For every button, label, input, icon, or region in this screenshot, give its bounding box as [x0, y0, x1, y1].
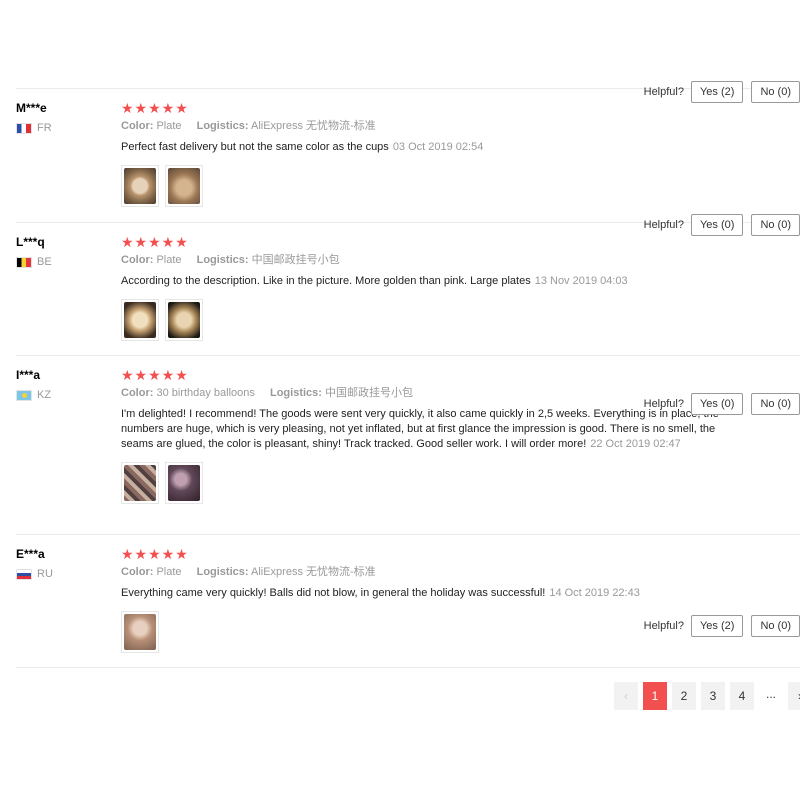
- helpful-yes-button[interactable]: Yes (0): [690, 393, 744, 415]
- review-text: Perfect fast delivery but not the same c…: [121, 141, 389, 153]
- review-attributes: Color: Plate Logistics: AliExpress 无忧物流-…: [121, 120, 721, 133]
- review-photo[interactable]: [121, 165, 159, 207]
- page-1-button[interactable]: 1: [643, 682, 667, 710]
- review-attributes: Color: 30 birthday balloons Logistics: 中…: [121, 387, 721, 400]
- helpful-yes-button[interactable]: Yes (2): [690, 615, 744, 637]
- review-date: 03 Oct 2019 02:54: [392, 141, 484, 153]
- page-4-button[interactable]: 4: [730, 682, 754, 710]
- helpful-no-button[interactable]: No (0): [751, 615, 800, 637]
- reviewer-country: RU: [16, 568, 116, 580]
- star-rating: ★★★★★: [121, 100, 189, 116]
- star-rating: ★★★★★: [121, 546, 189, 562]
- reviewer-info: I***a KZ: [16, 368, 116, 401]
- helpful-label: Helpful?: [643, 219, 684, 231]
- review-photos: [121, 611, 721, 653]
- review-text-block: According to the description. Like in th…: [121, 274, 721, 289]
- pagination: ‹ 1 2 3 4 ... ›: [614, 682, 800, 710]
- review-item: M***e FR ★★★★★ Color: Plate Logistics: A…: [16, 89, 800, 223]
- helpful-label: Helpful?: [643, 620, 684, 632]
- review-photo[interactable]: [165, 462, 203, 504]
- attr-color-key: Color:: [121, 120, 154, 132]
- reviewer-country: KZ: [16, 389, 116, 401]
- reviewer-name: I***a: [16, 368, 41, 382]
- reviewer-name: E***a: [16, 547, 45, 561]
- review-content: ★★★★★ Color: Plate Logistics: AliExpress…: [121, 100, 721, 207]
- attr-logistics-value: AliExpress 无忧物流-标准: [251, 120, 376, 132]
- review-photo[interactable]: [165, 299, 203, 341]
- reviewer-info: M***e FR: [16, 101, 116, 134]
- review-date: 22 Oct 2019 02:47: [590, 438, 681, 450]
- flag-ru-icon: [16, 568, 32, 580]
- review-text: According to the description. Like in th…: [121, 275, 531, 287]
- review-content: ★★★★★ Color: 30 birthday balloons Logist…: [121, 367, 721, 504]
- reviewer-info: L***q BE: [16, 235, 116, 268]
- flag-kz-icon: [16, 389, 32, 401]
- helpful-controls: Helpful? Yes (2) No (0): [644, 615, 800, 637]
- helpful-yes-button[interactable]: Yes (2): [690, 81, 744, 103]
- helpful-no-button[interactable]: No (0): [751, 393, 800, 415]
- attr-color-value: 30 birthday balloons: [156, 387, 255, 399]
- page-3-button[interactable]: 3: [701, 682, 725, 710]
- attr-logistics-key: Logistics:: [269, 387, 322, 399]
- review-photos: [121, 462, 721, 504]
- star-rating: ★★★★★: [121, 234, 189, 250]
- page-2-button[interactable]: 2: [672, 682, 696, 710]
- attr-color-value: Plate: [156, 120, 182, 132]
- helpful-no-button[interactable]: No (0): [751, 214, 800, 236]
- next-page-button[interactable]: ›: [788, 682, 800, 710]
- review-text-block: Perfect fast delivery but not the same c…: [121, 140, 721, 155]
- prev-page-button[interactable]: ‹: [614, 682, 638, 710]
- helpful-controls: Helpful? Yes (0) No (0): [644, 214, 800, 236]
- helpful-label: Helpful?: [643, 86, 684, 98]
- attr-logistics-key: Logistics:: [196, 254, 249, 266]
- review-text-block: I'm delighted! I recommend! The goods we…: [121, 407, 721, 452]
- helpful-label: Helpful?: [643, 398, 684, 410]
- attr-logistics-value: 中国邮政挂号小包: [325, 387, 413, 399]
- helpful-controls: Helpful? Yes (0) No (0): [644, 393, 800, 415]
- review-attributes: Color: Plate Logistics: 中国邮政挂号小包: [121, 254, 721, 267]
- star-rating: ★★★★★: [121, 367, 189, 383]
- review-content: ★★★★★ Color: Plate Logistics: 中国邮政挂号小包 A…: [121, 234, 721, 341]
- review-date: 14 Oct 2019 22:43: [549, 587, 640, 599]
- reviewer-name: L***q: [16, 235, 45, 249]
- review-text-block: Everything came very quickly! Balls did …: [121, 586, 721, 601]
- review-photos: [121, 165, 721, 207]
- helpful-yes-button[interactable]: Yes (0): [690, 214, 744, 236]
- country-code: RU: [37, 568, 53, 580]
- review-content: ★★★★★ Color: Plate Logistics: AliExpress…: [121, 546, 721, 653]
- review-attributes: Color: Plate Logistics: AliExpress 无忧物流-…: [121, 566, 721, 579]
- attr-logistics-value: AliExpress 无忧物流-标准: [251, 566, 376, 578]
- reviewer-country: FR: [16, 122, 116, 134]
- helpful-no-button[interactable]: No (0): [751, 81, 800, 103]
- page-ellipsis: ...: [765, 687, 776, 701]
- attr-logistics-key: Logistics:: [196, 566, 249, 578]
- review-date: 13 Nov 2019 04:03: [534, 275, 628, 287]
- country-code: KZ: [37, 389, 52, 401]
- review-photos: [121, 299, 721, 341]
- review-item: L***q BE ★★★★★ Color: Plate Logistics: 中…: [16, 223, 800, 356]
- review-text: Everything came very quickly! Balls did …: [121, 587, 546, 599]
- review-photo[interactable]: [121, 462, 159, 504]
- helpful-controls: Helpful? Yes (2) No (0): [644, 81, 800, 103]
- flag-fr-icon: [16, 122, 32, 134]
- country-code: BE: [37, 256, 52, 268]
- attr-color-key: Color:: [121, 566, 154, 578]
- attr-logistics-value: 中国邮政挂号小包: [251, 254, 340, 266]
- attr-color-key: Color:: [121, 387, 154, 399]
- attr-color-key: Color:: [121, 254, 154, 266]
- attr-color-value: Plate: [156, 566, 182, 578]
- attr-color-value: Plate: [156, 254, 182, 266]
- reviewer-name: M***e: [16, 101, 47, 115]
- reviewer-info: E***a RU: [16, 547, 116, 580]
- review-item: E***a RU ★★★★★ Color: Plate Logistics: A…: [16, 535, 800, 668]
- reviewer-country: BE: [16, 256, 116, 268]
- review-photo[interactable]: [165, 165, 203, 207]
- review-photo[interactable]: [121, 611, 159, 653]
- flag-be-icon: [16, 256, 32, 268]
- review-item: I***a KZ ★★★★★ Color: 30 birthday balloo…: [16, 356, 800, 535]
- attr-logistics-key: Logistics:: [196, 120, 249, 132]
- review-list: M***e FR ★★★★★ Color: Plate Logistics: A…: [16, 88, 800, 668]
- review-photo[interactable]: [121, 299, 159, 341]
- country-code: FR: [37, 122, 52, 134]
